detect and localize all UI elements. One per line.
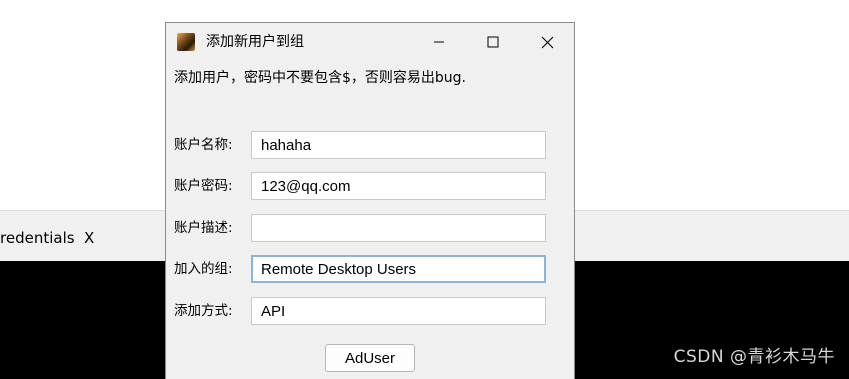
background-tab-close[interactable]: X	[84, 229, 94, 247]
add-method-input[interactable]	[251, 297, 546, 325]
watermark: CSDN @青衫木马牛	[673, 347, 835, 367]
aduser-button[interactable]: AdUser	[325, 344, 415, 372]
group-input[interactable]	[251, 255, 546, 283]
add-user-dialog: 添加新用户到组 添加用户，密码中不要包含$，否则容易出bug. 账户名称: 账户…	[165, 22, 575, 379]
group-label: 加入的组:	[174, 261, 233, 277]
add-method-label: 添加方式:	[174, 303, 233, 319]
dialog-titlebar[interactable]: 添加新用户到组	[166, 23, 574, 61]
account-description-label: 账户描述:	[174, 220, 233, 236]
maximize-button[interactable]	[470, 23, 516, 61]
dialog-title: 添加新用户到组	[206, 34, 304, 50]
account-password-input[interactable]	[251, 172, 546, 200]
account-name-input[interactable]	[251, 131, 546, 159]
maximize-icon	[487, 36, 499, 48]
account-name-label: 账户名称:	[174, 137, 233, 153]
minimize-icon	[434, 41, 444, 43]
account-password-label: 账户密码:	[174, 178, 233, 194]
close-button[interactable]	[524, 23, 570, 61]
background-tab-label[interactable]: redentials	[0, 229, 75, 247]
close-icon	[541, 36, 553, 48]
app-avatar-icon	[177, 33, 195, 51]
account-description-input[interactable]	[251, 214, 546, 242]
minimize-button[interactable]	[416, 23, 462, 61]
dialog-hint-text: 添加用户，密码中不要包含$，否则容易出bug.	[174, 70, 467, 86]
